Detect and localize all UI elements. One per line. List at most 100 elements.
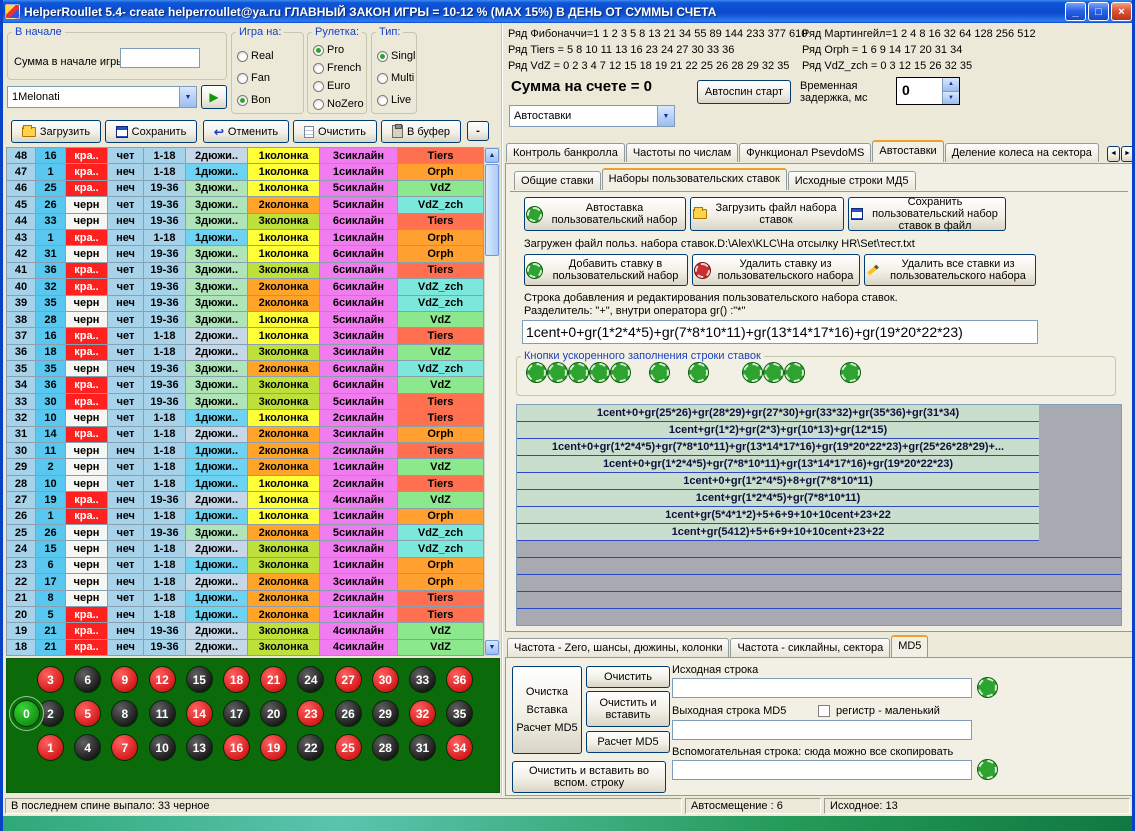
board-number-15[interactable]: 15	[186, 666, 213, 693]
quick-chip-button-3[interactable]	[569, 363, 588, 382]
panel-splitter[interactable]	[501, 23, 503, 796]
board-number-3[interactable]: 3	[37, 666, 64, 693]
quick-chip-button-2[interactable]	[548, 363, 567, 382]
board-number-18[interactable]: 18	[223, 666, 250, 693]
history-row[interactable]: 2217черннеч1-182дюжи..2колонка3сиклайнOr…	[7, 574, 484, 590]
radio-real[interactable]: Real	[237, 50, 274, 62]
md5-aux-input[interactable]	[672, 760, 972, 780]
board-number-9[interactable]: 9	[111, 666, 138, 693]
board-number-24[interactable]: 24	[297, 666, 324, 693]
board-number-0[interactable]: 0	[13, 700, 40, 727]
history-row[interactable]: 3535черннеч19-363дюжи..2колонка6сиклайнV…	[7, 361, 484, 377]
board-number-22[interactable]: 22	[297, 734, 324, 761]
history-row[interactable]: 4433черннеч19-363дюжи..3колонка6сиклайнT…	[7, 214, 484, 230]
tab-freq-zero-chances[interactable]: Частота - Zero, шансы, дюжины, колонки	[507, 638, 729, 657]
tabs-scroll-right-button[interactable]: ►	[1121, 146, 1134, 162]
board-number-14[interactable]: 14	[186, 700, 213, 727]
play-button[interactable]: ▶	[201, 85, 227, 109]
delay-spinner[interactable]: 0 ▲ ▼	[896, 77, 960, 105]
board-number-30[interactable]: 30	[372, 666, 399, 693]
board-number-16[interactable]: 16	[223, 734, 250, 761]
load-button[interactable]: Загрузить	[11, 120, 101, 143]
board-number-36[interactable]: 36	[446, 666, 473, 693]
radio-bon[interactable]: Bon	[237, 94, 271, 106]
subtab-md5-source-strings[interactable]: Исходные строки МД5	[788, 171, 916, 190]
radio-nozero[interactable]: NoZero	[313, 98, 364, 110]
md5-case-checkbox[interactable]	[818, 705, 830, 717]
radio-french[interactable]: French	[313, 62, 361, 74]
autospin-button[interactable]: Автоспин старт	[697, 80, 791, 104]
quick-chip-button-11[interactable]	[841, 363, 860, 382]
md5-clear-paste-button[interactable]: Очистить и вставить	[586, 691, 670, 727]
board-number-32[interactable]: 32	[409, 700, 436, 727]
md5-source-chip-button[interactable]	[978, 678, 997, 697]
undo-button[interactable]: ↩Отменить	[203, 120, 289, 143]
bet-list-item[interactable]: 1cent+0+gr(1*2*4*5)+gr(7*8*10*11)+gr(13*…	[517, 456, 1039, 473]
minimize-button[interactable]: _	[1065, 2, 1086, 21]
history-row[interactable]: 4526чернчет19-363дюжи..2колонка5сиклайнV…	[7, 197, 484, 213]
bet-list-item[interactable]: 1cent+gr(5412)+5+6+9+10+10cent+23+22	[517, 524, 1039, 541]
spinner-down-button[interactable]: ▼	[943, 92, 959, 105]
maximize-button[interactable]: □	[1088, 2, 1109, 21]
quick-chip-button-10[interactable]	[785, 363, 804, 382]
board-number-29[interactable]: 29	[372, 700, 399, 727]
scroll-down-button[interactable]: ▼	[485, 640, 499, 655]
quick-chip-button-7[interactable]	[689, 363, 708, 382]
history-row[interactable]: 292чернчет1-181дюжи..2колонка1сиклайнVdZ	[7, 459, 484, 475]
bet-list-item[interactable]: 1cent+0+gr(25*26)+gr(28*29)+gr(27*30)+gr…	[517, 405, 1039, 422]
tab-psevdoms[interactable]: Функционал PsevdoMS	[739, 143, 871, 162]
tab-autobets[interactable]: Автоставки	[872, 140, 943, 162]
remove-bet-button[interactable]: Удалить ставку из пользовательского набо…	[692, 254, 860, 286]
bet-list[interactable]: 1cent+0+gr(25*26)+gr(28*29)+gr(27*30)+gr…	[516, 404, 1122, 626]
board-number-5[interactable]: 5	[74, 700, 101, 727]
bet-string-input[interactable]	[522, 320, 1038, 344]
radio-pro[interactable]: Pro	[313, 44, 344, 56]
clear-button[interactable]: Очистить	[293, 120, 377, 143]
board-number-1[interactable]: 1	[37, 734, 64, 761]
start-sum-input[interactable]	[120, 48, 200, 68]
md5-clear-button[interactable]: Очистить	[586, 666, 670, 688]
board-number-8[interactable]: 8	[111, 700, 138, 727]
subtab-general-bets[interactable]: Общие ставки	[514, 171, 601, 190]
history-row[interactable]: 3330кра..чет19-363дюжи..3колонка5сиклайн…	[7, 394, 484, 410]
board-number-2[interactable]: 2	[37, 700, 64, 727]
board-number-35[interactable]: 35	[446, 700, 473, 727]
history-row[interactable]: 218чернчет1-181дюжи..2колонка2сиклайнTie…	[7, 591, 484, 607]
md5-aux-chip-button[interactable]	[978, 760, 997, 779]
md5-clear-paste-aux-button[interactable]: Очистить и вставить во вспом. строку	[512, 761, 666, 793]
history-row[interactable]: 2415черннеч1-182дюжи..3колонка3сиклайнVd…	[7, 541, 484, 557]
buffer-button[interactable]: В буфер	[381, 120, 461, 143]
history-row[interactable]: 2719кра..неч19-362дюжи..1колонка4сиклайн…	[7, 492, 484, 508]
board-number-19[interactable]: 19	[260, 734, 287, 761]
quick-chip-button-6[interactable]	[650, 363, 669, 382]
remove-all-bets-button[interactable]: Удалить все ставки из пользовательского …	[864, 254, 1036, 286]
board-number-27[interactable]: 27	[335, 666, 362, 693]
history-row[interactable]: 4625кра..неч19-363дюжи..1колонка5сиклайн…	[7, 181, 484, 197]
board-number-10[interactable]: 10	[149, 734, 176, 761]
history-row[interactable]: 471кра..неч1-181дюжи..1колонка1сиклайнOr…	[7, 164, 484, 180]
history-row[interactable]: 205кра..неч1-181дюжи..2колонка1сиклайнTi…	[7, 607, 484, 623]
board-number-23[interactable]: 23	[297, 700, 324, 727]
md5-output-input[interactable]	[672, 720, 972, 740]
chevron-down-icon[interactable]: ▼	[179, 87, 196, 107]
history-row[interactable]: 3210чернчет1-181дюжи..1колонка2сиклайнTi…	[7, 410, 484, 426]
board-number-13[interactable]: 13	[186, 734, 213, 761]
board-number-17[interactable]: 17	[223, 700, 250, 727]
quick-chip-button-4[interactable]	[590, 363, 609, 382]
save-button[interactable]: Сохранить	[105, 120, 197, 143]
scrollbar-thumb[interactable]	[485, 164, 499, 256]
quick-chip-button-9[interactable]	[764, 363, 783, 382]
history-row[interactable]: 3935черннеч19-363дюжи..2колонка6сиклайнV…	[7, 296, 484, 312]
tab-wheel-sectors[interactable]: Деление колеса на сектора	[945, 143, 1099, 162]
radio-fan[interactable]: Fan	[237, 72, 270, 84]
history-row[interactable]: 1821кра..неч19-362дюжи..3колонка4сиклайн…	[7, 640, 484, 656]
radio-live[interactable]: Live	[377, 94, 411, 106]
board-number-34[interactable]: 34	[446, 734, 473, 761]
add-bet-button[interactable]: Добавить ставку в пользовательский набор	[524, 254, 688, 286]
radio-euro[interactable]: Euro	[313, 80, 350, 92]
history-row[interactable]: 3828чернчет19-363дюжи..1колонка5сиклайнV…	[7, 312, 484, 328]
board-number-25[interactable]: 25	[335, 734, 362, 761]
autobet-user-set-button[interactable]: Автоставка пользовательский набор	[524, 197, 686, 231]
quick-chip-button-1[interactable]	[527, 363, 546, 382]
bet-list-item[interactable]: 1cent+gr(5*4*1*2)+5+6+9+10+10cent+23+22	[517, 507, 1039, 524]
